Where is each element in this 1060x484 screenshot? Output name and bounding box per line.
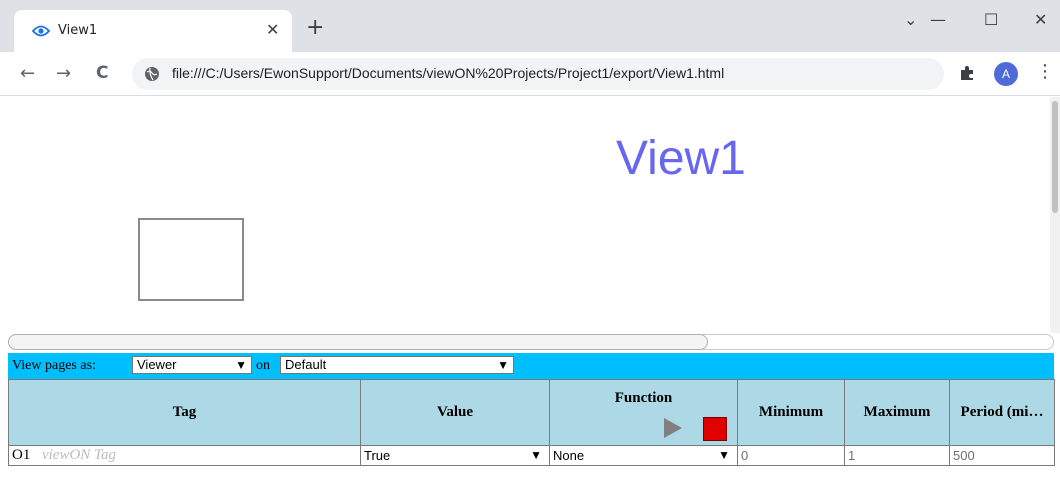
rectangle-shape — [138, 218, 244, 301]
tag-type: viewON Tag — [41, 447, 117, 463]
value-cell[interactable]: True ▼ — [360, 445, 550, 466]
globe-icon[interactable] — [144, 66, 160, 82]
vertical-scroll-thumb[interactable] — [1052, 101, 1058, 213]
function-cell[interactable]: None ▼ — [549, 445, 738, 466]
chevron-down-icon: ▼ — [718, 448, 730, 462]
function-select[interactable]: None ▼ — [553, 448, 734, 463]
extensions-puzzle-icon[interactable] — [958, 64, 976, 82]
function-label: Function — [614, 390, 673, 406]
chevron-down-icon: ▼ — [235, 358, 247, 372]
function-selected: None — [553, 448, 585, 463]
target-value: Default — [285, 357, 327, 372]
stop-icon[interactable] — [703, 417, 727, 441]
browser-toolbar: ← → C file:///C:/Users/EwonSupport/Docum… — [0, 52, 1060, 96]
address-bar[interactable]: file:///C:/Users/EwonSupport/Documents/v… — [132, 58, 944, 90]
back-button[interactable]: ← — [20, 63, 35, 84]
new-tab-button[interactable]: + — [306, 17, 324, 39]
more-menu-icon[interactable]: ⋮ — [1036, 61, 1054, 82]
close-window-button[interactable]: ✕ — [1034, 10, 1047, 29]
value-selected: True — [364, 448, 391, 463]
tag-cell: O1 viewON Tag — [8, 445, 361, 466]
header-maximum: Maximum — [844, 379, 950, 446]
tag-table: Tag Value Function Minimum Maximum Perio… — [8, 379, 1055, 466]
header-minimum: Minimum — [737, 379, 845, 446]
browser-tab[interactable]: View1 ✕ — [14, 10, 292, 52]
view-mode-select[interactable]: Viewer ▼ — [132, 356, 252, 374]
view-controls-bar: View pages as: Viewer ▼ on Default ▼ — [8, 353, 1054, 379]
maximum-cell[interactable]: 1 — [844, 445, 950, 466]
maximum-input[interactable]: 1 — [848, 448, 855, 463]
tab-strip: View1 ✕ + ⌄ — ☐ ✕ — [0, 0, 1060, 52]
eye-icon — [32, 25, 50, 37]
period-input[interactable]: 500 — [953, 448, 975, 463]
value-select[interactable]: True ▼ — [364, 448, 546, 463]
tab-title: View1 — [58, 23, 98, 38]
tab-search-icon[interactable]: ⌄ — [904, 10, 917, 29]
header-value: Value — [360, 379, 550, 446]
page-content: View1 View pages as: Viewer ▼ on Default… — [0, 97, 1060, 484]
page-title: View1 — [616, 132, 746, 185]
table-header-row: Tag Value Function Minimum Maximum Perio… — [8, 379, 1055, 446]
forward-button[interactable]: → — [56, 63, 71, 84]
header-function: Function — [549, 379, 738, 446]
minimize-button[interactable]: — — [930, 10, 946, 29]
header-tag: Tag — [8, 379, 361, 446]
period-cell[interactable]: 500 — [949, 445, 1055, 466]
view-mode-value: Viewer — [137, 357, 177, 372]
target-select[interactable]: Default ▼ — [280, 356, 514, 374]
chevron-down-icon: ▼ — [530, 448, 542, 462]
tag-name: O1 — [12, 447, 31, 463]
profile-avatar[interactable]: A — [994, 62, 1018, 86]
header-period: Period (mi… — [949, 379, 1055, 446]
view-pages-label: View pages as: — [12, 358, 96, 373]
close-tab-icon[interactable]: ✕ — [266, 20, 279, 39]
play-icon[interactable] — [664, 418, 682, 438]
chevron-down-icon: ▼ — [497, 358, 509, 372]
minimum-cell[interactable]: 0 — [737, 445, 845, 466]
horizontal-scroll-thumb[interactable] — [8, 334, 708, 350]
on-label: on — [256, 358, 270, 373]
maximize-button[interactable]: ☐ — [984, 10, 998, 29]
minimum-input[interactable]: 0 — [741, 448, 748, 463]
table-row: O1 viewON Tag True ▼ None ▼ 0 1 500 — [8, 445, 1055, 466]
url-text[interactable]: file:///C:/Users/EwonSupport/Documents/v… — [172, 65, 724, 81]
reload-button[interactable]: C — [96, 63, 108, 83]
